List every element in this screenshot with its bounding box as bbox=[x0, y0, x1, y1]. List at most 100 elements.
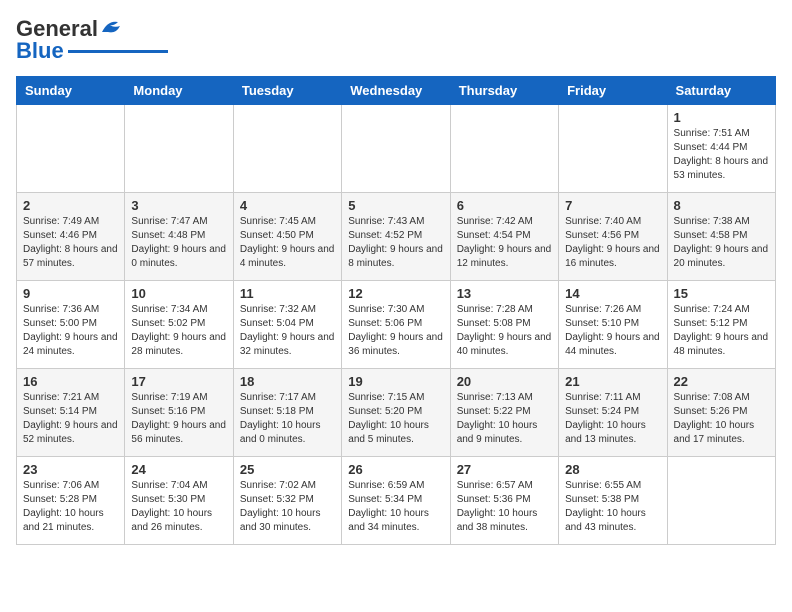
day-info: Sunrise: 7:13 AM Sunset: 5:22 PM Dayligh… bbox=[457, 391, 552, 447]
day-number: 9 bbox=[23, 286, 118, 301]
logo: General Blue bbox=[16, 16, 168, 64]
day-header-monday: Monday bbox=[125, 77, 233, 105]
day-number: 19 bbox=[348, 374, 443, 389]
day-info: Sunrise: 7:19 AM Sunset: 5:16 PM Dayligh… bbox=[131, 391, 226, 447]
day-info: Sunrise: 7:06 AM Sunset: 5:28 PM Dayligh… bbox=[23, 479, 118, 535]
day-number: 13 bbox=[457, 286, 552, 301]
day-number: 28 bbox=[565, 462, 660, 477]
calendar-cell: 3 Sunrise: 7:47 AM Sunset: 4:48 PM Daylig… bbox=[125, 193, 233, 281]
day-number: 26 bbox=[348, 462, 443, 477]
day-info: Sunrise: 7:30 AM Sunset: 5:06 PM Dayligh… bbox=[348, 303, 443, 359]
day-number: 11 bbox=[240, 286, 335, 301]
day-info: Sunrise: 7:21 AM Sunset: 5:14 PM Dayligh… bbox=[23, 391, 118, 447]
day-number: 3 bbox=[131, 198, 226, 213]
calendar-cell: 6 Sunrise: 7:42 AM Sunset: 4:54 PM Daylig… bbox=[450, 193, 558, 281]
day-info: Sunrise: 7:47 AM Sunset: 4:48 PM Dayligh… bbox=[131, 215, 226, 271]
calendar-cell: 9 Sunrise: 7:36 AM Sunset: 5:00 PM Daylig… bbox=[17, 281, 125, 369]
calendar-cell: 11 Sunrise: 7:32 AM Sunset: 5:04 PM Dayli… bbox=[233, 281, 341, 369]
day-info: Sunrise: 7:38 AM Sunset: 4:58 PM Dayligh… bbox=[674, 215, 769, 271]
day-number: 22 bbox=[674, 374, 769, 389]
day-number: 16 bbox=[23, 374, 118, 389]
calendar-cell: 20 Sunrise: 7:13 AM Sunset: 5:22 PM Dayli… bbox=[450, 369, 558, 457]
day-info: Sunrise: 6:59 AM Sunset: 5:34 PM Dayligh… bbox=[348, 479, 443, 535]
day-info: Sunrise: 7:24 AM Sunset: 5:12 PM Dayligh… bbox=[674, 303, 769, 359]
logo-bird-icon bbox=[100, 18, 122, 36]
day-number: 5 bbox=[348, 198, 443, 213]
calendar-cell: 27 Sunrise: 6:57 AM Sunset: 5:36 PM Dayli… bbox=[450, 457, 558, 545]
calendar-cell: 22 Sunrise: 7:08 AM Sunset: 5:26 PM Dayli… bbox=[667, 369, 775, 457]
day-number: 17 bbox=[131, 374, 226, 389]
calendar-cell: 4 Sunrise: 7:45 AM Sunset: 4:50 PM Daylig… bbox=[233, 193, 341, 281]
day-info: Sunrise: 7:04 AM Sunset: 5:30 PM Dayligh… bbox=[131, 479, 226, 535]
day-number: 15 bbox=[674, 286, 769, 301]
calendar-cell: 14 Sunrise: 7:26 AM Sunset: 5:10 PM Dayli… bbox=[559, 281, 667, 369]
day-info: Sunrise: 7:42 AM Sunset: 4:54 PM Dayligh… bbox=[457, 215, 552, 271]
day-number: 4 bbox=[240, 198, 335, 213]
calendar-week-row: 2 Sunrise: 7:49 AM Sunset: 4:46 PM Daylig… bbox=[17, 193, 776, 281]
calendar-cell: 26 Sunrise: 6:59 AM Sunset: 5:34 PM Dayli… bbox=[342, 457, 450, 545]
day-info: Sunrise: 7:15 AM Sunset: 5:20 PM Dayligh… bbox=[348, 391, 443, 447]
day-number: 27 bbox=[457, 462, 552, 477]
calendar-header-row: SundayMondayTuesdayWednesdayThursdayFrid… bbox=[17, 77, 776, 105]
day-info: Sunrise: 7:49 AM Sunset: 4:46 PM Dayligh… bbox=[23, 215, 118, 271]
calendar-cell: 19 Sunrise: 7:15 AM Sunset: 5:20 PM Dayli… bbox=[342, 369, 450, 457]
calendar-week-row: 1 Sunrise: 7:51 AM Sunset: 4:44 PM Daylig… bbox=[17, 105, 776, 193]
day-number: 20 bbox=[457, 374, 552, 389]
day-number: 10 bbox=[131, 286, 226, 301]
day-number: 14 bbox=[565, 286, 660, 301]
day-info: Sunrise: 7:34 AM Sunset: 5:02 PM Dayligh… bbox=[131, 303, 226, 359]
calendar-week-row: 16 Sunrise: 7:21 AM Sunset: 5:14 PM Dayli… bbox=[17, 369, 776, 457]
calendar-cell: 1 Sunrise: 7:51 AM Sunset: 4:44 PM Daylig… bbox=[667, 105, 775, 193]
day-info: Sunrise: 7:40 AM Sunset: 4:56 PM Dayligh… bbox=[565, 215, 660, 271]
calendar-cell: 21 Sunrise: 7:11 AM Sunset: 5:24 PM Dayli… bbox=[559, 369, 667, 457]
day-number: 2 bbox=[23, 198, 118, 213]
day-info: Sunrise: 7:36 AM Sunset: 5:00 PM Dayligh… bbox=[23, 303, 118, 359]
calendar-cell: 17 Sunrise: 7:19 AM Sunset: 5:16 PM Dayli… bbox=[125, 369, 233, 457]
calendar-cell bbox=[125, 105, 233, 193]
calendar-cell bbox=[559, 105, 667, 193]
day-info: Sunrise: 7:08 AM Sunset: 5:26 PM Dayligh… bbox=[674, 391, 769, 447]
calendar-cell: 13Sunrise: 7:28 AM Sunset: 5:08 PM Dayli… bbox=[450, 281, 558, 369]
calendar-cell: 25 Sunrise: 7:02 AM Sunset: 5:32 PM Dayli… bbox=[233, 457, 341, 545]
day-number: 6 bbox=[457, 198, 552, 213]
calendar-week-row: 9 Sunrise: 7:36 AM Sunset: 5:00 PM Daylig… bbox=[17, 281, 776, 369]
day-number: 7 bbox=[565, 198, 660, 213]
day-number: 8 bbox=[674, 198, 769, 213]
day-number: 12 bbox=[348, 286, 443, 301]
day-info: Sunrise: 6:57 AM Sunset: 5:36 PM Dayligh… bbox=[457, 479, 552, 535]
day-info: Sunrise: 7:32 AM Sunset: 5:04 PM Dayligh… bbox=[240, 303, 335, 359]
page-header: General Blue bbox=[16, 16, 776, 64]
calendar-cell bbox=[667, 457, 775, 545]
calendar-cell: 12 Sunrise: 7:30 AM Sunset: 5:06 PM Dayli… bbox=[342, 281, 450, 369]
calendar-cell: 7 Sunrise: 7:40 AM Sunset: 4:56 PM Daylig… bbox=[559, 193, 667, 281]
day-number: 23 bbox=[23, 462, 118, 477]
calendar-cell: 8 Sunrise: 7:38 AM Sunset: 4:58 PM Daylig… bbox=[667, 193, 775, 281]
day-info: Sunrise: 6:55 AM Sunset: 5:38 PM Dayligh… bbox=[565, 479, 660, 535]
calendar-cell: 18 Sunrise: 7:17 AM Sunset: 5:18 PM Dayli… bbox=[233, 369, 341, 457]
calendar-cell: 24Sunrise: 7:04 AM Sunset: 5:30 PM Dayli… bbox=[125, 457, 233, 545]
calendar-cell: 16 Sunrise: 7:21 AM Sunset: 5:14 PM Dayli… bbox=[17, 369, 125, 457]
calendar-cell bbox=[17, 105, 125, 193]
day-info: Sunrise: 7:17 AM Sunset: 5:18 PM Dayligh… bbox=[240, 391, 335, 447]
day-header-thursday: Thursday bbox=[450, 77, 558, 105]
day-info: Sunrise: 7:45 AM Sunset: 4:50 PM Dayligh… bbox=[240, 215, 335, 271]
day-header-sunday: Sunday bbox=[17, 77, 125, 105]
calendar-cell bbox=[342, 105, 450, 193]
day-info: Sunrise: 7:11 AM Sunset: 5:24 PM Dayligh… bbox=[565, 391, 660, 447]
day-number: 18 bbox=[240, 374, 335, 389]
day-info: Sunrise: 7:43 AM Sunset: 4:52 PM Dayligh… bbox=[348, 215, 443, 271]
day-info: Sunrise: 7:26 AM Sunset: 5:10 PM Dayligh… bbox=[565, 303, 660, 359]
calendar-table: SundayMondayTuesdayWednesdayThursdayFrid… bbox=[16, 76, 776, 545]
day-header-wednesday: Wednesday bbox=[342, 77, 450, 105]
day-info: Sunrise: 7:02 AM Sunset: 5:32 PM Dayligh… bbox=[240, 479, 335, 535]
day-number: 1 bbox=[674, 110, 769, 125]
day-number: 21 bbox=[565, 374, 660, 389]
logo-blue: Blue bbox=[16, 38, 64, 64]
day-header-tuesday: Tuesday bbox=[233, 77, 341, 105]
day-info: Sunrise: 7:51 AM Sunset: 4:44 PM Dayligh… bbox=[674, 127, 769, 183]
calendar-cell bbox=[233, 105, 341, 193]
calendar-cell bbox=[450, 105, 558, 193]
calendar-cell: 10 Sunrise: 7:34 AM Sunset: 5:02 PM Dayli… bbox=[125, 281, 233, 369]
day-number: 25 bbox=[240, 462, 335, 477]
day-header-saturday: Saturday bbox=[667, 77, 775, 105]
